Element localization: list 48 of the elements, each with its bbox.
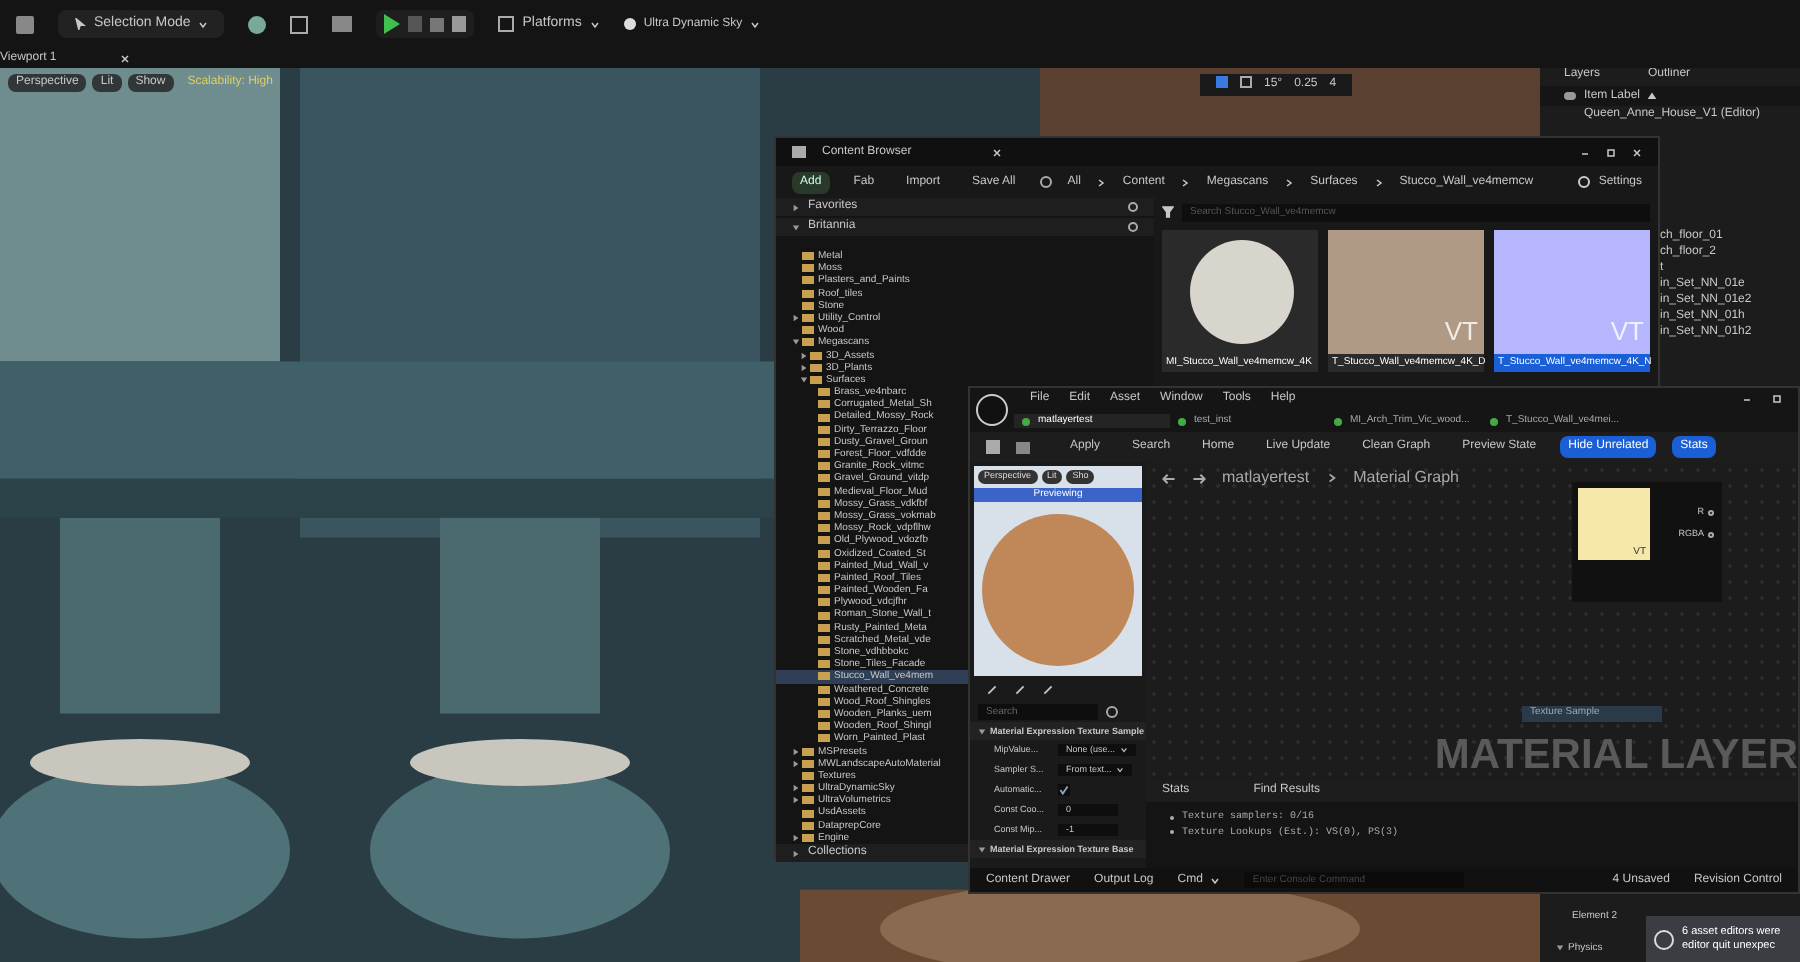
material-icon	[1022, 417, 1030, 425]
chevron-right-icon	[1096, 177, 1107, 187]
vt-label: VT	[1610, 313, 1644, 349]
chevron-right-icon	[1325, 472, 1338, 484]
engine-logo	[1654, 929, 1674, 949]
sphere-thumbnail	[1190, 240, 1294, 344]
chevron-down-icon	[1119, 746, 1128, 754]
pin-icon	[1708, 531, 1714, 538]
filter-icon[interactable]	[1162, 206, 1174, 218]
checkbox[interactable]	[1058, 784, 1070, 796]
expanded-icon	[792, 223, 800, 231]
pin-icon	[1708, 509, 1714, 516]
breadcrumb-item[interactable]: Material Graph	[1353, 466, 1459, 490]
chevron-down-icon	[1210, 875, 1221, 885]
cursor-icon	[74, 18, 86, 30]
material-icon	[1334, 417, 1342, 425]
engine-logo	[976, 394, 1008, 426]
breadcrumb-item[interactable]: matlayertest	[1222, 466, 1310, 490]
chevron-right-icon	[1284, 177, 1295, 187]
maximize-icon[interactable]	[1606, 147, 1616, 157]
chevron-down-icon	[1115, 766, 1124, 774]
expanded-icon	[978, 727, 986, 735]
close-icon[interactable]	[1632, 147, 1642, 157]
chevron-down-icon	[198, 19, 209, 29]
forward-arrow-icon[interactable]	[1192, 471, 1206, 485]
close-icon[interactable]	[991, 147, 1002, 157]
folder-icon	[792, 146, 806, 158]
vt-label: VT	[1444, 313, 1478, 349]
chevron-right-icon	[1180, 177, 1191, 187]
graph-watermark: MATERIAL LAYER	[1434, 730, 1798, 782]
expanded-icon	[792, 338, 800, 347]
material-icon	[1178, 417, 1186, 425]
close-icon[interactable]	[120, 53, 131, 63]
chevron-right-icon	[1373, 177, 1384, 187]
collapsed-icon	[792, 314, 800, 323]
sun-icon	[623, 18, 636, 30]
expanded-icon	[1556, 944, 1564, 953]
back-arrow-icon[interactable]	[1162, 471, 1176, 485]
chevron-down-icon	[750, 19, 761, 29]
collapsed-icon	[792, 203, 800, 211]
chevron-down-icon	[589, 19, 600, 29]
stop-icon[interactable]	[430, 17, 445, 31]
minimize-icon[interactable]	[1742, 394, 1752, 404]
material-icon	[1490, 417, 1498, 425]
minimize-icon[interactable]	[1580, 147, 1590, 157]
maximize-icon[interactable]	[1772, 394, 1782, 404]
expanded-icon	[978, 845, 986, 853]
sort-icon	[1648, 92, 1657, 100]
